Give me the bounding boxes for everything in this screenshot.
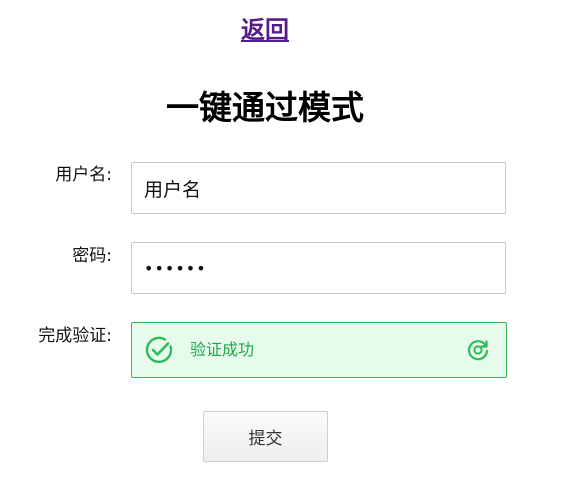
submit-button[interactable]: 提交 (203, 411, 328, 462)
password-label: 密码: (72, 246, 112, 266)
page-title: 一键通过模式 (166, 88, 364, 127)
password-input[interactable] (131, 242, 506, 294)
refresh-icon[interactable] (466, 338, 490, 362)
captcha-widget[interactable]: 验证成功 (131, 322, 507, 378)
username-label: 用户名: (55, 165, 112, 185)
check-circle-icon (144, 335, 174, 365)
back-link[interactable]: 返回 (0, 12, 530, 48)
username-input[interactable] (131, 162, 506, 214)
captcha-status-text: 验证成功 (190, 340, 255, 359)
captcha-label: 完成验证: (38, 326, 112, 346)
